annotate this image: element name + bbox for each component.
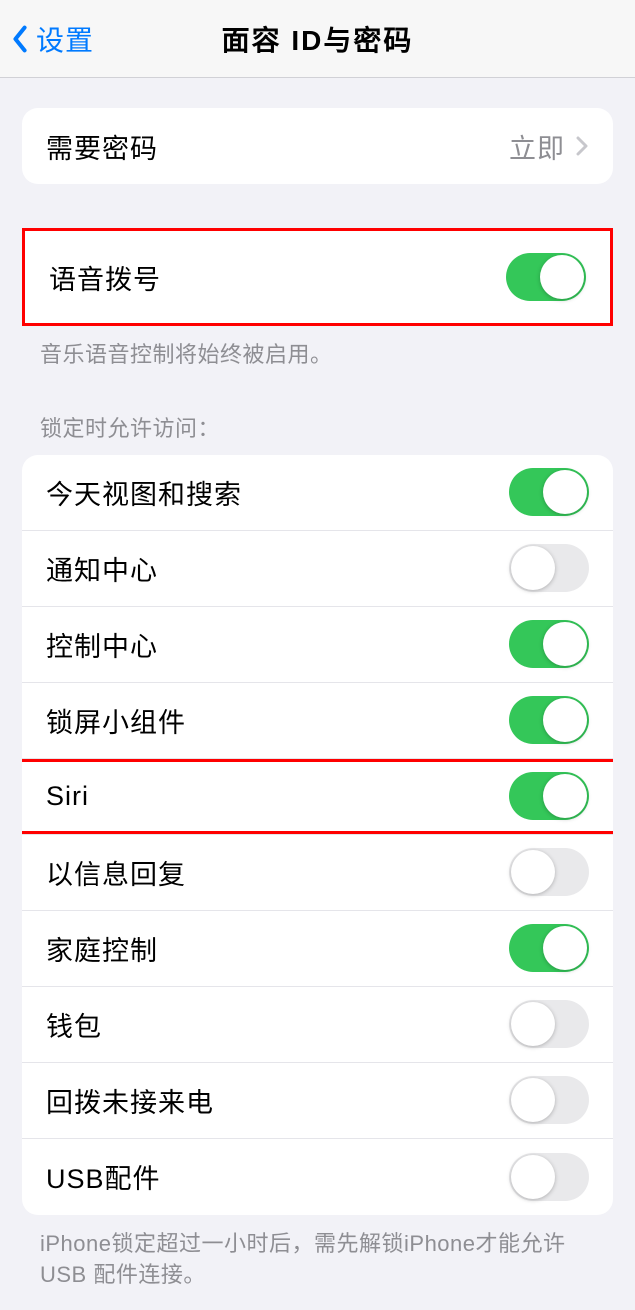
voice-dial-group: 语音拨号	[22, 228, 613, 326]
nav-bar: 设置 面容 ID与密码	[0, 0, 635, 78]
lock-access-toggle[interactable]	[509, 1076, 589, 1124]
require-passcode-row[interactable]: 需要密码 立即	[22, 108, 613, 184]
lock-access-toggle[interactable]	[509, 848, 589, 896]
lock-access-toggle[interactable]	[509, 544, 589, 592]
voice-dial-row: 语音拨号	[25, 231, 610, 323]
lock-access-label: 回拨未接来电	[46, 1081, 509, 1120]
lock-access-toggle[interactable]	[509, 1153, 589, 1201]
lock-access-toggle[interactable]	[509, 772, 589, 820]
lock-access-row: Siri	[22, 759, 613, 835]
lock-access-row: 控制中心	[22, 607, 613, 683]
back-button[interactable]: 设置	[0, 19, 94, 59]
voice-dial-label: 语音拨号	[49, 258, 506, 297]
lock-access-row: 钱包	[22, 987, 613, 1063]
lock-access-toggle[interactable]	[509, 620, 589, 668]
lock-access-row: 回拨未接来电	[22, 1063, 613, 1139]
lock-access-group: 今天视图和搜索通知中心控制中心锁屏小组件 Siri 以信息回复家庭控制钱包回拨未接来…	[22, 455, 613, 1215]
lock-access-label: 钱包	[46, 1005, 509, 1044]
voice-dial-footer: 音乐语音控制将始终被启用。	[40, 340, 595, 371]
passcode-group: 需要密码 立即	[22, 108, 613, 184]
lock-access-label: 控制中心	[46, 625, 509, 664]
lock-access-row: 家庭控制	[22, 911, 613, 987]
lock-access-label: 今天视图和搜索	[46, 473, 509, 512]
chevron-right-icon	[575, 135, 589, 157]
chevron-left-icon	[10, 22, 30, 56]
require-passcode-label: 需要密码	[46, 127, 509, 166]
lock-access-footer: iPhone锁定超过一小时后，需先解锁iPhone才能允许USB 配件连接。	[40, 1229, 595, 1291]
lock-access-header: 锁定时允许访问：	[40, 411, 595, 443]
lock-access-row: 锁屏小组件	[22, 683, 613, 759]
content: 需要密码 立即 语音拨号 音乐语音控制将始终被启用。 锁定时允许访问： 今天视图…	[0, 108, 635, 1310]
lock-access-toggle[interactable]	[509, 1000, 589, 1048]
lock-access-toggle[interactable]	[509, 468, 589, 516]
lock-access-row: 通知中心	[22, 531, 613, 607]
page-title: 面容 ID与密码	[0, 19, 635, 59]
lock-access-row: USB配件	[22, 1139, 613, 1215]
lock-access-label: 锁屏小组件	[46, 701, 509, 740]
lock-access-row: 以信息回复	[22, 835, 613, 911]
lock-access-label: USB配件	[46, 1157, 509, 1196]
lock-access-toggle[interactable]	[509, 696, 589, 744]
lock-access-toggle[interactable]	[509, 924, 589, 972]
lock-access-row: 今天视图和搜索	[22, 455, 613, 531]
lock-access-label: 家庭控制	[46, 929, 509, 968]
back-label: 设置	[36, 19, 94, 59]
lock-access-label: 以信息回复	[46, 853, 509, 892]
voice-dial-toggle[interactable]	[506, 253, 586, 301]
lock-access-label: Siri	[46, 781, 509, 812]
lock-access-label: 通知中心	[46, 549, 509, 588]
require-passcode-value: 立即	[509, 127, 565, 166]
